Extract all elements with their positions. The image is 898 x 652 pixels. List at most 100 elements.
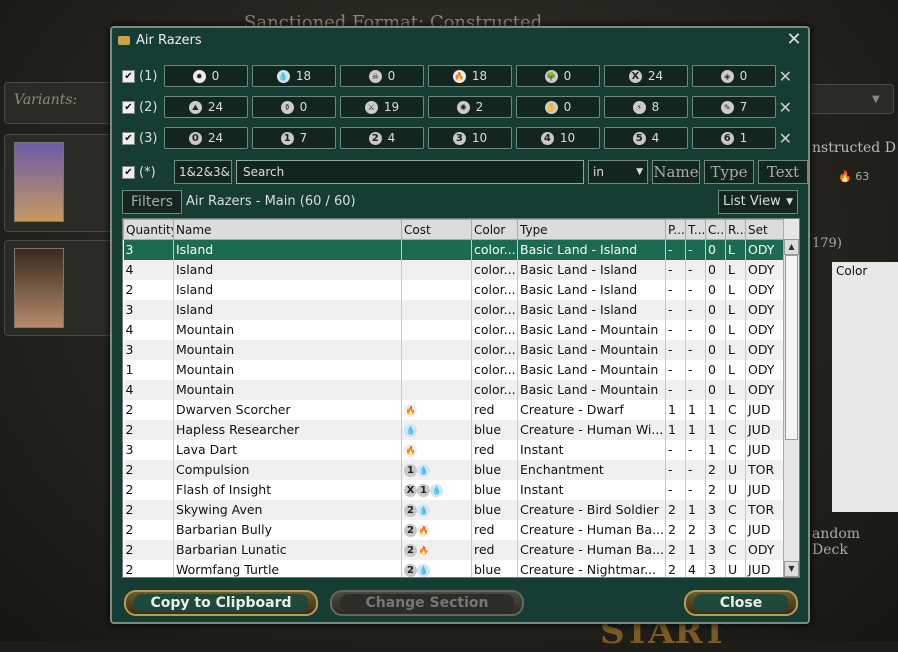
search-checkbox[interactable]: ✔ xyxy=(122,165,135,179)
column-header[interactable]: R... xyxy=(725,219,746,240)
filter-toggle-button[interactable]: 54 xyxy=(604,127,688,149)
table-row[interactable]: 2 Wormfang Turtle 2 💧 blue Creature - Nightma… xyxy=(123,559,786,577)
table-row[interactable]: 2 Hapless Researcher 💧 blue Creature - Human… xyxy=(123,419,786,440)
filter-toggle-button[interactable]: 🔥 18 xyxy=(428,65,512,87)
filter-toggle-button[interactable]: ⚔ 19 xyxy=(340,96,424,118)
filter-count: 24 xyxy=(647,69,664,83)
table-row[interactable]: 2 Barbarian Lunatic 2 🔥 red Creature - Human … xyxy=(123,539,786,560)
search-input[interactable]: Search xyxy=(236,160,584,184)
column-header[interactable]: C... xyxy=(705,219,726,240)
filter-row-checkbox[interactable]: ✔ xyxy=(122,69,135,83)
type-toggle-button[interactable]: Type xyxy=(704,160,754,184)
column-header[interactable]: T... xyxy=(685,219,706,240)
table-row[interactable]: 2 Flash of Insight X 1 💧 blue Instant - -2 U JUD xyxy=(123,479,786,500)
power-cell: 1 xyxy=(665,399,686,420)
type-cell: Basic Land - Island xyxy=(517,259,666,280)
filter-toggle-button[interactable]: 3 10 xyxy=(428,127,512,149)
table-row[interactable]: 4 Mountain color... Basic Land - Mountain - -… xyxy=(123,379,786,400)
filter-toggle-button[interactable]: ⚡ 8 xyxy=(604,96,688,118)
filter-toggle-button[interactable]: 24 xyxy=(340,127,424,149)
quantity-cell: 2 xyxy=(123,279,174,300)
filter-toggle-button[interactable]: 61 xyxy=(692,127,776,149)
color-cell: color... xyxy=(471,319,518,340)
column-header[interactable]: Quantity xyxy=(123,219,174,240)
quantity-cell: 2 xyxy=(123,559,174,577)
column-header[interactable]: Name xyxy=(173,219,402,240)
filter-toggle-button[interactable]: ⛰ 24 xyxy=(164,96,248,118)
quantity-cell: 2 xyxy=(123,499,174,520)
power-cell: 2 xyxy=(665,559,686,577)
table-row[interactable]: 4 Mountain color... Basic Land - Mountain - -… xyxy=(123,319,786,340)
type-cell: Creature - Dwarf xyxy=(517,399,666,420)
filter-toggle-button[interactable]: ✋ 0 xyxy=(516,96,600,118)
filter-toggle-button[interactable]: 0 24 xyxy=(164,127,248,149)
search-scope-select[interactable]: in ▼ xyxy=(588,160,648,184)
filter-toggle-button[interactable]: ◈ 0 xyxy=(692,65,776,87)
cost-cell xyxy=(401,279,472,300)
power-cell: - xyxy=(665,479,686,500)
table-row[interactable]: 3 Lava Dart 🔥 red Instant - -1 C JUD xyxy=(123,439,786,460)
filter-toggle-button[interactable]: X 24 xyxy=(604,65,688,87)
toughness-cell: 2 xyxy=(685,519,706,540)
clear-filter-icon[interactable]: ✕ xyxy=(779,98,792,117)
filter-count: 7 xyxy=(299,131,308,145)
table-row[interactable]: 2 Barbarian Bully 2 🔥 red Creature - Human Ba… xyxy=(123,519,786,540)
cost-cell: 2 💧 xyxy=(401,499,472,520)
change-section-button[interactable]: Change Section xyxy=(330,590,524,616)
multicolor-icon: ◈ xyxy=(720,69,734,83)
scrollbar-thumb[interactable] xyxy=(785,255,798,440)
scroll-up-icon[interactable]: ▲ xyxy=(784,239,799,255)
set-cell: ODY xyxy=(745,239,786,260)
table-row[interactable]: 1 Mountain color... Basic Land - Mountain - -… xyxy=(123,359,786,380)
filter-row-checkbox[interactable]: ✔ xyxy=(122,131,135,145)
generic-mana-icon: 2 xyxy=(404,524,417,537)
column-header[interactable]: P... xyxy=(665,219,686,240)
clear-filter-icon[interactable]: ✕ xyxy=(779,129,792,148)
scroll-down-icon[interactable]: ▼ xyxy=(784,561,799,577)
filter-toggle-button[interactable]: ✎ 7 xyxy=(692,96,776,118)
view-select[interactable]: List View ▼ xyxy=(718,190,798,214)
copy-to-clipboard-button[interactable]: Copy to Clipboard xyxy=(124,590,318,616)
filter-toggle-button[interactable]: 17 xyxy=(252,127,336,149)
cmc-cell: 0 xyxy=(705,299,726,320)
filter-toggle-button[interactable]: ✹ 0 xyxy=(164,65,248,87)
table-row[interactable]: 3 Mountain color... Basic Land - Mountain - -… xyxy=(123,339,786,360)
type-cell: Creature - Human Ba... xyxy=(517,539,666,560)
close-button[interactable]: Close xyxy=(684,590,798,616)
filter-toggle-button[interactable]: 4 10 xyxy=(516,127,600,149)
search-mode-field[interactable]: 1&2&3& xyxy=(174,160,232,184)
column-header[interactable]: Cost xyxy=(401,219,472,240)
text-toggle-button[interactable]: Text xyxy=(758,160,808,184)
table-row[interactable]: 2 Dwarven Scorcher 🔥 red Creature - Dwarf 1 1 1… xyxy=(123,399,786,420)
filter-toggle-button[interactable]: ⚱ 0 xyxy=(252,96,336,118)
table-row[interactable]: 2 Skywing Aven 2 💧 blue Creature - Bird Soldi… xyxy=(123,499,786,520)
filter-toggle-button[interactable]: ✺ 2 xyxy=(428,96,512,118)
table-row[interactable]: 2 Island color... Basic Land - Island - -0 L OD… xyxy=(123,279,786,300)
close-icon[interactable]: ✕ xyxy=(784,30,804,50)
filter-count: 4 xyxy=(651,131,660,145)
filters-button[interactable]: Filters xyxy=(122,190,182,214)
card-name-cell: Mountain xyxy=(173,359,402,380)
table-row[interactable]: 4 Island color... Basic Land - Island - -0 L OD… xyxy=(123,259,786,280)
filter-row: ✔ (2) ⛰ 24 ⚱ 0 ⚔ 19 ✺ 2 ✋ 0 ⚡ 8 ✎ 7 ✕ xyxy=(122,95,802,119)
column-header[interactable]: Set xyxy=(745,219,786,240)
name-toggle-button[interactable]: Name xyxy=(652,160,700,184)
filter-toggle-button[interactable]: 💧 18 xyxy=(252,65,336,87)
rarity-cell: C xyxy=(725,439,746,460)
clear-filter-icon[interactable]: ✕ xyxy=(779,67,792,86)
cmc-cell: 0 xyxy=(705,339,726,360)
filter-toggle-button[interactable]: ☠ 0 xyxy=(340,65,424,87)
table-row[interactable]: 3 Island color... Basic Land - Island - -0 L OD… xyxy=(123,299,786,320)
filter-toggle-button[interactable]: 🌳 0 xyxy=(516,65,600,87)
column-header[interactable]: Type xyxy=(517,219,666,240)
generic-mana-icon: X xyxy=(404,484,417,497)
column-header[interactable]: Color xyxy=(471,219,518,240)
filter-row-checkbox[interactable]: ✔ xyxy=(122,100,135,114)
search-scope-value: in xyxy=(593,165,604,179)
set-cell: JUD xyxy=(745,559,786,577)
vertical-scrollbar[interactable]: ▲ ▼ xyxy=(783,219,799,577)
table-row[interactable]: 3 Island color... Basic Land - Island - -0 L OD… xyxy=(123,239,786,260)
set-cell: ODY xyxy=(745,339,786,360)
table-row[interactable]: 2 Compulsion 1 💧 blue Enchantment - -2 U TOR xyxy=(123,459,786,480)
bg-right-panel xyxy=(808,84,894,114)
